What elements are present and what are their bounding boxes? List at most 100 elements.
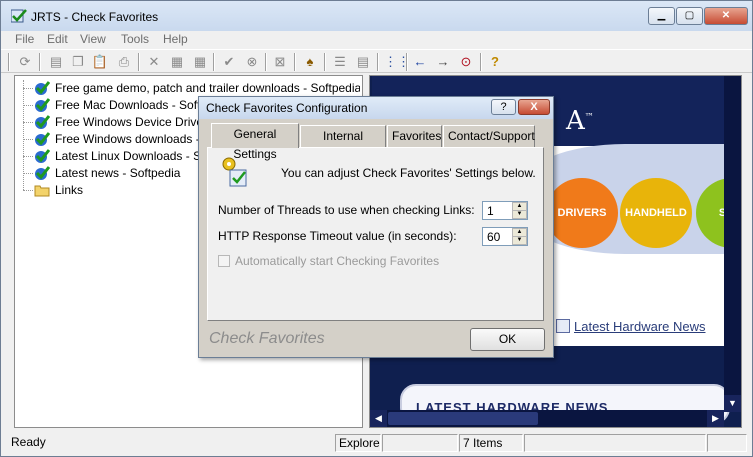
- tree-connector: [23, 156, 33, 157]
- menu-file[interactable]: File: [15, 32, 34, 46]
- tree-connector: [23, 122, 33, 123]
- latest-hardware-news-link[interactable]: Latest Hardware News: [574, 319, 706, 334]
- print-icon[interactable]: ⎙: [115, 53, 133, 71]
- properties-icon[interactable]: ▤: [47, 53, 65, 71]
- toolbar-separator: [480, 53, 482, 71]
- threads-stepper[interactable]: 1 ▲ ▼: [482, 201, 528, 220]
- help-icon[interactable]: ?: [486, 53, 504, 71]
- tree-item-label: Free game demo, patch and trailer downlo…: [55, 81, 360, 95]
- toolbar-separator: [8, 53, 10, 71]
- status-progress: [382, 434, 458, 452]
- tree-connector: [23, 105, 33, 106]
- threads-value[interactable]: 1: [487, 204, 494, 218]
- ok-button[interactable]: OK: [470, 328, 545, 351]
- favorite-check-icon: [35, 132, 50, 146]
- menu-bar: File Edit View Tools Help: [1, 31, 752, 49]
- spin-down-icon[interactable]: ▼: [512, 210, 527, 219]
- autostart-checkbox[interactable]: [218, 255, 230, 267]
- toolbar: ⟳ ▤ ❐ 📋 ⎙ ✕ ▦ ▦ ✔ ⊗ ⊠ ♠ ☰ ▤ ⋮⋮ ← → ⊙ ?: [1, 49, 752, 73]
- minimize-button[interactable]: ▁: [648, 7, 675, 25]
- tree-connector: [23, 190, 33, 191]
- toolbar-separator: [324, 53, 326, 71]
- status-empty: [524, 434, 706, 452]
- favorite-check-icon: [35, 149, 50, 163]
- tab-general-settings[interactable]: General Settings: [211, 123, 299, 161]
- window-title: JRTS - Check Favorites: [31, 10, 159, 24]
- go-icon[interactable]: ⊙: [457, 53, 475, 71]
- autostart-label: Automatically start Checking Favorites: [235, 254, 440, 268]
- drivers-label: DRIVERS: [557, 207, 607, 219]
- grid-icon[interactable]: ⋮⋮: [384, 53, 410, 71]
- horizontal-scrollbar[interactable]: ◀ ▶: [370, 410, 724, 427]
- drivers-link-button[interactable]: DRIVERS: [546, 178, 618, 248]
- status-mode: Explore: [335, 434, 381, 452]
- toolbar-separator: [213, 53, 215, 71]
- tab-internal-browser[interactable]: Internal Browser: [300, 125, 386, 163]
- settings-intro-text: You can adjust Check Favorites' Settings…: [281, 166, 536, 180]
- favorite-check-icon: [35, 115, 50, 129]
- size-grip[interactable]: [707, 434, 747, 452]
- menu-help[interactable]: Help: [163, 32, 188, 46]
- scroll-thumb[interactable]: [388, 412, 538, 425]
- tree-connector: [23, 88, 33, 89]
- tree-item-label: Free Windows downloads - So: [55, 132, 218, 146]
- general-settings-panel: You can adjust Check Favorites' Settings…: [207, 147, 544, 321]
- timeout-value[interactable]: 60: [487, 230, 500, 244]
- web-logo-tm: ™: [584, 112, 594, 123]
- tree-item[interactable]: Free game demo, patch and trailer downlo…: [15, 80, 360, 97]
- toolbar-separator: [406, 53, 408, 71]
- dialog-title: Check Favorites Configuration: [206, 101, 368, 115]
- toolbar-separator: [294, 53, 296, 71]
- dialog-close-button[interactable]: X: [518, 99, 550, 115]
- threads-label: Number of Threads to use when checking L…: [218, 203, 475, 217]
- news-icon: [556, 319, 570, 333]
- dialog-title-bar: Check Favorites Configuration ? X: [199, 97, 553, 119]
- web-logo-letter: A: [566, 106, 585, 136]
- close-button[interactable]: ✕: [704, 7, 748, 25]
- favorite-check-icon: [35, 98, 50, 112]
- forward-arrow-icon[interactable]: →: [434, 53, 452, 71]
- paste-icon[interactable]: 📋: [91, 53, 109, 71]
- copy-icon[interactable]: ❐: [69, 53, 87, 71]
- timeout-label: HTTP Response Timeout value (in seconds)…: [218, 229, 457, 243]
- wizard-icon[interactable]: ♠: [301, 53, 319, 71]
- window-controls: ▁ ▢ ✕: [648, 7, 748, 25]
- app-check-icon: [11, 9, 27, 23]
- spin-down-icon[interactable]: ▼: [512, 236, 527, 245]
- menu-edit[interactable]: Edit: [47, 32, 68, 46]
- title-bar: JRTS - Check Favorites ▁ ▢ ✕: [1, 1, 752, 31]
- tree-item-label: Links: [55, 183, 84, 197]
- scroll-left-icon[interactable]: ◀: [370, 410, 387, 427]
- config-dialog: Check Favorites Configuration ? X Genera…: [198, 96, 554, 358]
- stop-icon[interactable]: ⊗: [243, 53, 261, 71]
- handheld-label: HANDHELD: [625, 207, 687, 219]
- favorite-check-icon: [35, 81, 50, 95]
- scroll-right-icon[interactable]: ▶: [707, 410, 724, 427]
- folder-icon: [34, 185, 50, 197]
- delete-icon[interactable]: ✕: [145, 53, 163, 71]
- vertical-scrollbar[interactable]: ▼: [724, 76, 741, 412]
- dialog-help-button[interactable]: ?: [491, 99, 516, 115]
- check-icon[interactable]: ✔: [220, 53, 238, 71]
- tree-item-label: Latest Linux Downloads - Softp: [55, 149, 222, 163]
- report-icon[interactable]: ▤: [354, 53, 372, 71]
- menu-view[interactable]: View: [80, 32, 106, 46]
- toolbar-separator: [39, 53, 41, 71]
- back-arrow-icon[interactable]: ←: [411, 53, 429, 71]
- handheld-link-button[interactable]: HANDHELD: [620, 178, 692, 248]
- scroll-down-icon[interactable]: ▼: [724, 395, 741, 412]
- status-text: Ready: [11, 435, 46, 449]
- maximize-button[interactable]: ▢: [676, 7, 703, 25]
- status-bar: Ready Explore 7 Items: [1, 432, 752, 456]
- menu-tools[interactable]: Tools: [121, 32, 149, 46]
- remove-dead-icon[interactable]: ⊠: [271, 53, 289, 71]
- rename-name-icon[interactable]: ▦: [168, 53, 186, 71]
- refresh-icon[interactable]: ⟳: [16, 53, 34, 71]
- rename-url-icon[interactable]: ▦: [191, 53, 209, 71]
- tab-contact-support[interactable]: Contact/Support: [443, 125, 535, 147]
- dialog-brand: Check Favorites: [209, 330, 325, 347]
- toolbar-separator: [265, 53, 267, 71]
- tab-favorites[interactable]: Favorites: [387, 125, 442, 147]
- list-icon[interactable]: ☰: [331, 53, 349, 71]
- timeout-stepper[interactable]: 60 ▲ ▼: [482, 227, 528, 246]
